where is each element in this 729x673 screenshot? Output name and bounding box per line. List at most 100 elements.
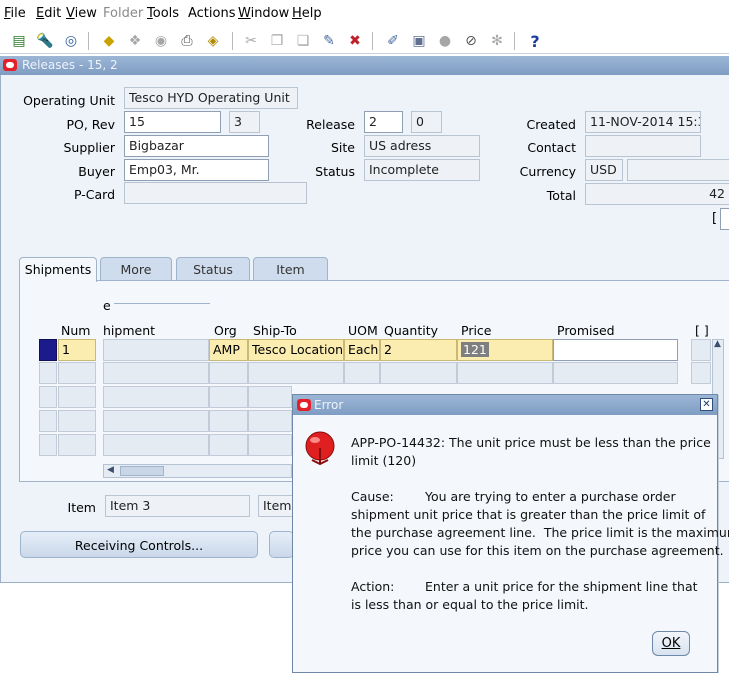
tab-more[interactable]: More [100, 257, 172, 281]
copy-icon: ❐ [270, 33, 284, 49]
action-line2: is less than or equal to the price limit… [351, 597, 589, 612]
find-icon[interactable]: 🔦 [34, 30, 56, 52]
currency-extra-field[interactable] [627, 159, 729, 181]
row1-org[interactable]: AMP [209, 339, 248, 361]
help-icon[interactable]: ? [524, 30, 546, 52]
dff-bracket[interactable]: [ [712, 211, 717, 226]
buyer-label: Buyer [78, 164, 115, 179]
menu-view[interactable]: View [66, 6, 97, 21]
folder-tools-icon: ✻ [491, 33, 503, 49]
total-field[interactable]: 42 [585, 183, 729, 205]
scroll-left-icon[interactable]: ◀ [107, 465, 114, 475]
menu-actions[interactable]: Actions [188, 6, 236, 21]
current-record-indicator[interactable] [39, 339, 57, 361]
next-step-icon: ❖ [128, 33, 142, 49]
error-siren-icon [305, 431, 335, 466]
cause-line1: You are trying to enter a purchase order [425, 489, 676, 504]
item-label: Item [67, 500, 96, 515]
delete-record-icon[interactable]: ✖ [344, 30, 366, 52]
edit-field-icon[interactable]: ✐ [382, 30, 404, 52]
pcard-field[interactable] [124, 182, 307, 204]
row1-dff[interactable] [691, 339, 711, 361]
oracle-logo-icon [297, 399, 311, 411]
created-field[interactable]: 11-NOV-2014 15:38 [585, 111, 701, 133]
col-ship-to: Ship-To [253, 323, 297, 338]
error-message-line1: APP-PO-14432: The unit price must be les… [351, 435, 711, 450]
paste-icon: ❏ [296, 33, 310, 49]
menu-tools[interactable]: Tools [147, 6, 179, 21]
grid-group-divider [114, 303, 210, 304]
po-revision-field[interactable]: 3 [229, 111, 260, 133]
operating-unit-field[interactable]: Tesco HYD Operating Unit [124, 87, 298, 109]
cause-label: Cause: [351, 489, 394, 504]
supplier-label: Supplier [63, 140, 115, 155]
row1-num[interactable]: 1 [58, 339, 96, 361]
item-description-field[interactable]: Item 3 [258, 495, 294, 517]
release-label: Release [306, 117, 355, 132]
col-shipment: hipment [103, 323, 156, 338]
tab-status[interactable]: Status [176, 257, 250, 281]
tab-item[interactable]: Item [253, 257, 328, 281]
scroll-thumb[interactable] [120, 466, 164, 476]
translations-icon: ● [438, 33, 452, 49]
cause-line4: price you can use for this item on the p… [351, 543, 724, 558]
action-label: Action: [351, 579, 395, 594]
created-label: Created [526, 117, 576, 132]
zoom-icon[interactable]: ▣ [408, 30, 430, 52]
row1-price[interactable]: 121 [457, 339, 553, 361]
new-record-icon[interactable]: ▤ [8, 30, 30, 52]
item-field[interactable]: Item 3 [105, 495, 250, 517]
status-field[interactable]: Incomplete [364, 159, 480, 181]
col-price: Price [461, 323, 492, 338]
buyer-field[interactable]: Emp03, Mr. [124, 159, 269, 181]
window-title: Releases - 15, 2 [22, 58, 118, 72]
clear-record-icon[interactable]: ✎ [318, 30, 340, 52]
toolbar: ▤ 🔦 ◎ ◆ ❖ ◉ ⎙ ◈ ✂ ❐ ❏ ✎ ✖ ✐ ▣ ● ⊘ ✻ ? [0, 28, 729, 54]
menu-edit[interactable]: Edit [36, 6, 61, 21]
operating-unit-label: Operating Unit [23, 93, 115, 108]
row1-shipment[interactable] [103, 339, 209, 361]
oracle-logo-icon [3, 59, 17, 71]
col-promised: Promised [557, 323, 615, 338]
menu-window[interactable]: Window [238, 6, 289, 21]
cause-line3: the purchase agreement line. The price l… [351, 525, 729, 540]
cut-icon: ✂ [245, 33, 257, 49]
grid-horizontal-scrollbar[interactable]: ◀ [103, 464, 292, 478]
dialog-title: Error [314, 398, 344, 412]
navigator-icon[interactable]: ◎ [60, 30, 82, 52]
currency-field[interactable]: USD [585, 159, 623, 181]
col-quantity: Quantity [384, 323, 439, 338]
site-field[interactable]: US adress [364, 135, 480, 157]
print-icon[interactable]: ⎙ [176, 30, 198, 52]
tab-shipments[interactable]: Shipments [19, 257, 97, 282]
release-revision-field[interactable]: 0 [411, 111, 442, 133]
secondary-button[interactable] [269, 531, 294, 558]
col-dff: [ ] [695, 323, 709, 338]
window-title-bar: Releases - 15, 2 [0, 56, 729, 75]
row1-ship-to[interactable]: Tesco Location [248, 339, 344, 361]
attachments-icon[interactable]: ⊘ [460, 30, 482, 52]
currency-label: Currency [519, 164, 576, 179]
menu-help[interactable]: Help [292, 6, 322, 21]
col-uom: UOM [348, 323, 378, 338]
dialog-title-bar: Error ✕ [293, 395, 717, 415]
row1-promised[interactable] [553, 339, 678, 361]
row1-quantity[interactable]: 2 [380, 339, 457, 361]
contact-field[interactable] [585, 135, 701, 157]
row1-uom[interactable]: Each [344, 339, 380, 361]
status-label: Status [315, 164, 355, 179]
menu-file[interactable]: File [4, 6, 26, 21]
action-line1: Enter a unit price for the shipment line… [425, 579, 698, 594]
ok-button[interactable]: OK [652, 631, 690, 656]
save-icon[interactable]: ◆ [98, 30, 120, 52]
po-number-field[interactable]: 15 [124, 111, 221, 133]
receiving-controls-button[interactable]: Receiving Controls... [20, 531, 258, 558]
close-icon[interactable]: ✕ [700, 398, 713, 411]
scroll-up-icon[interactable]: ▲ [714, 339, 721, 349]
dff-field[interactable] [720, 208, 729, 230]
col-num: Num [61, 323, 91, 338]
menu-bar: File Edit View Folder Tools Actions Wind… [0, 0, 729, 28]
release-number-field[interactable]: 2 [364, 111, 403, 133]
supplier-field[interactable]: Bigbazar [124, 135, 269, 157]
close-form-icon[interactable]: ◈ [202, 30, 224, 52]
